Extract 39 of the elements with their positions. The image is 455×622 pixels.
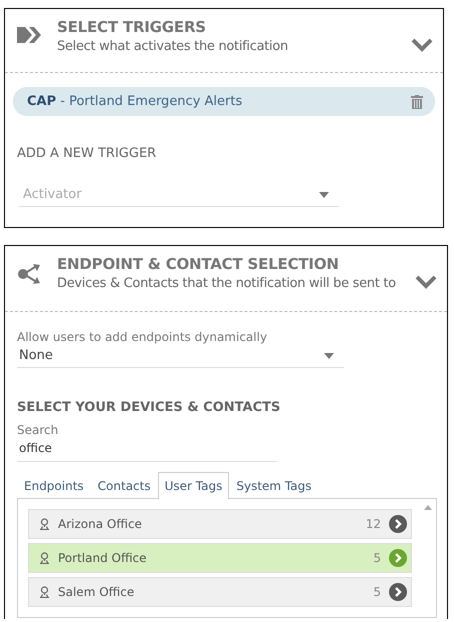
tab[interactable]: System Tags: [229, 472, 318, 498]
dropdown-caret-icon: [319, 192, 329, 198]
tag-row[interactable]: Portland Office 5: [28, 543, 412, 573]
trigger-chip[interactable]: CAP - Portland Emergency Alerts: [13, 87, 435, 116]
tag-row[interactable]: Arizona Office 12: [28, 509, 412, 539]
arrow-circle-icon[interactable]: [389, 583, 407, 601]
tag-name: Salem Office: [58, 585, 136, 599]
tag-count: 12: [366, 517, 381, 531]
tab[interactable]: User Tags: [158, 472, 230, 499]
section-heading: ADD A NEW TRIGGER: [17, 146, 158, 161]
double-chevron-icon: [17, 26, 43, 44]
field-label: Search: [17, 423, 60, 437]
dynamic-endpoints-select[interactable]: None: [17, 348, 344, 368]
field-label: Allow users to add endpoints dynamically: [17, 330, 268, 344]
chevron-icon[interactable]: [411, 38, 433, 52]
panel-subtitle: Devices & Contacts that the notification will be sent to: [57, 276, 397, 291]
scroll-up-icon[interactable]: [424, 505, 432, 510]
tag-count: 5: [373, 551, 381, 565]
trash-icon[interactable]: [411, 94, 423, 108]
pin-icon: [39, 518, 50, 530]
search-field[interactable]: office: [17, 437, 277, 462]
panel-subtitle: Select what activates the notification: [57, 39, 289, 54]
panel-title: SELECT TRIGGERS: [57, 18, 207, 36]
panel-title: ENDPOINT & CONTACT SELECTION: [57, 255, 340, 273]
share-nodes-icon: [17, 263, 43, 285]
section-heading: SELECT YOUR DEVICES & CONTACTS: [17, 400, 282, 415]
arrow-circle-icon[interactable]: [389, 549, 407, 567]
tag-count: 5: [373, 585, 381, 599]
tag-name: Portland Office: [58, 551, 148, 565]
tab[interactable]: Endpoints: [17, 472, 91, 498]
chevron-icon[interactable]: [415, 275, 437, 289]
trigger-label: CAP - Portland Emergency Alerts: [27, 94, 242, 109]
dropdown-caret-icon: [324, 352, 334, 358]
tab[interactable]: Contacts: [90, 472, 158, 498]
arrow-circle-icon[interactable]: [389, 515, 407, 533]
tag-name: Arizona Office: [58, 517, 143, 531]
pin-icon: [39, 586, 50, 598]
tag-row[interactable]: Salem Office 5: [28, 577, 412, 607]
pin-icon: [39, 552, 50, 564]
